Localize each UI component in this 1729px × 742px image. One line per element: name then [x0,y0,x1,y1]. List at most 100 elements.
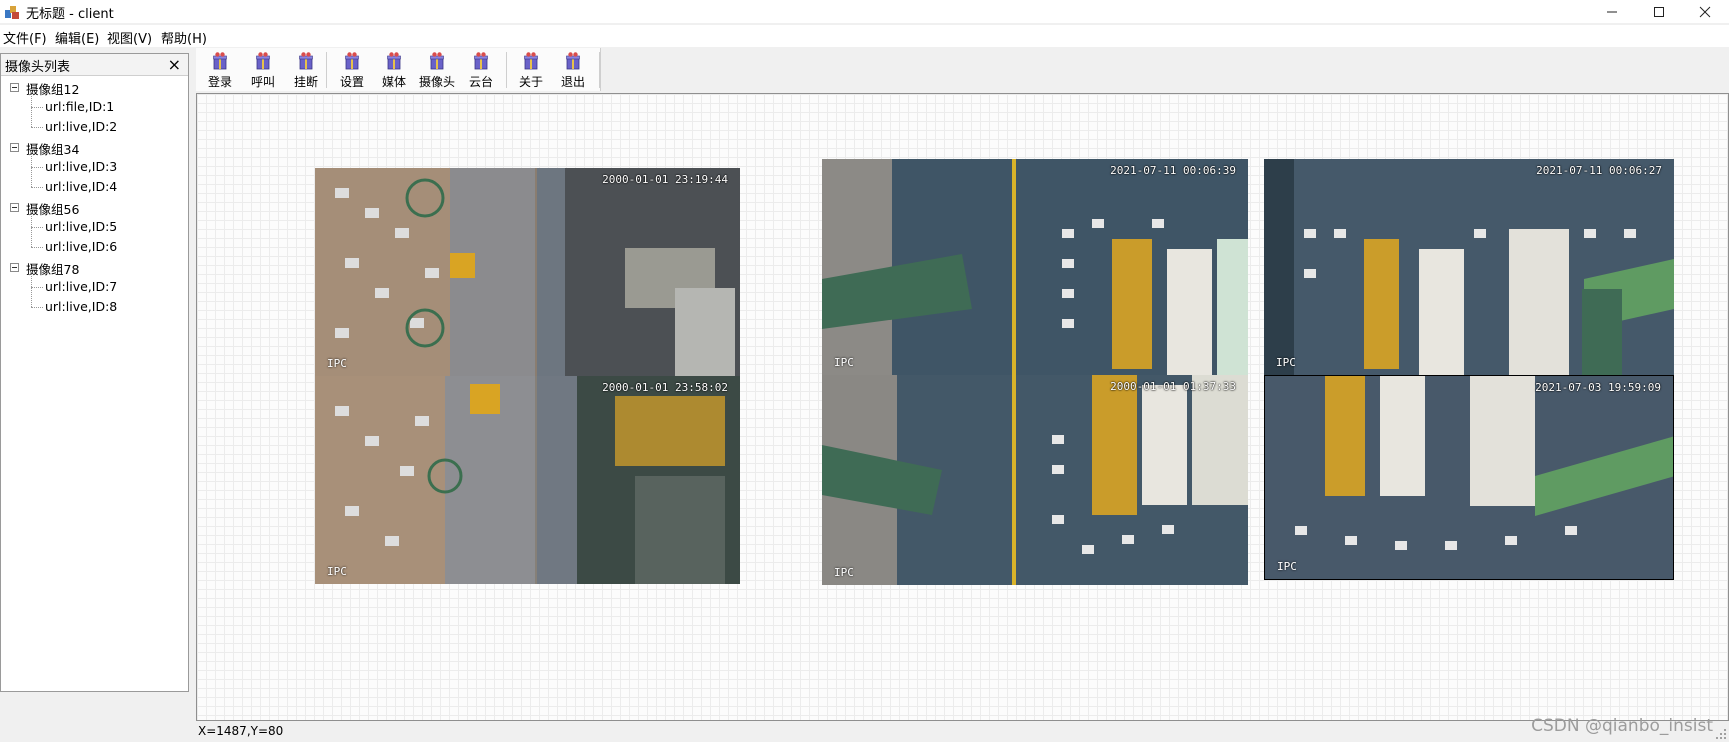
close-icon [1699,6,1711,17]
tree-item-label: url:live,ID:8 [45,299,118,314]
tree-item-label: url:live,ID:4 [45,179,118,194]
tree-item-camera[interactable]: url:live,ID:4 [1,177,188,197]
menu-help[interactable]: 帮助(H) [161,28,207,47]
video-source-label: IPC [834,566,854,579]
toolbar-button-label: 媒体 [381,75,406,89]
tree-connector [31,92,32,127]
toolbar-button-label: 退出 [560,75,585,89]
tree-item-camera[interactable]: url:live,ID:6 [1,237,188,257]
camera-feed-image [1265,376,1673,579]
gift-icon [345,52,359,70]
video-pane-1a: 2000-01-01 23:19:44 IPC [315,168,740,376]
toolbar-button-label: 呼叫 [250,75,275,89]
menu-file[interactable]: 文件(F) [3,28,47,47]
toolbar-button-label: 摄像头 [418,75,455,89]
gift-icon [213,52,227,70]
tree-connector [31,152,32,187]
collapse-toggle-icon[interactable] [10,143,19,152]
toolbar-button-label: 设置 [339,75,364,89]
toolbar-button[interactable]: 云台 [461,48,501,91]
tree-item-camera[interactable]: url:file,ID:1 [1,97,188,117]
collapse-toggle-icon[interactable] [10,203,19,212]
camera-list-title: 摄像头列表 [5,60,71,75]
minimize-button[interactable] [1589,0,1635,23]
tree-item-camera[interactable]: url:live,ID:2 [1,117,188,137]
toolbar-button-label: 云台 [468,75,493,89]
maximize-icon [1654,6,1664,17]
tree-item-camera[interactable]: url:live,ID:7 [1,277,188,297]
camera-feed-image [315,376,740,584]
video-pane-3b: 2021-07-03 19:59:09 IPC [1264,375,1674,580]
toolbar-button-label: 登录 [207,75,232,89]
video-timestamp: 2000-01-01 23:19:44 [602,173,728,186]
video-timestamp: 2000-01-01 23:58:02 [602,381,728,394]
camera-feed-image [1264,159,1674,375]
tree-group-label: 摄像组12 [26,82,80,97]
minimize-icon [1607,11,1617,12]
tree-group-label: 摄像组34 [26,142,80,157]
close-pane-button[interactable]: × [168,54,181,75]
video-pane-2a: 2021-07-11 00:06:39 IPC [822,159,1248,375]
toolbar-button[interactable]: 登录 [200,48,240,91]
tree-connector [31,107,43,108]
tree-connector [31,287,43,288]
gift-icon [256,52,270,70]
tree-item-camera[interactable]: url:live,ID:3 [1,157,188,177]
maximize-button[interactable] [1636,0,1682,23]
video-pane-3a: 2021-07-11 00:06:27 IPC [1264,159,1674,375]
tree-connector [31,307,43,308]
app-icon [5,6,19,19]
menu-bar: 文件(F) 编辑(E) 视图(V) 帮助(H) [0,25,1729,47]
video-source-label: IPC [834,356,854,369]
tree-group[interactable]: 摄像组12 [1,77,188,97]
resize-grip-icon[interactable] [1715,728,1727,740]
tree-group[interactable]: 摄像组78 [1,257,188,277]
tree-item-label: url:live,ID:7 [45,279,118,294]
status-bar: X=1487,Y=80 CSDN @qianbo_insist [0,716,1729,742]
toolbar-separator [599,52,600,88]
video-timestamp: 2021-07-03 19:59:09 [1535,381,1661,394]
tree-connector [31,167,43,168]
tree-connector [31,187,43,188]
tree-item-camera[interactable]: url:live,ID:8 [1,297,188,317]
video-window-1[interactable]: 2000-01-01 23:19:44 IPC 2000-01-01 23:58… [315,168,740,584]
video-pane-1b: 2000-01-01 23:58:02 IPC [315,376,740,584]
tree-connector [31,247,43,248]
menu-edit[interactable]: 编辑(E) [55,28,99,47]
video-source-label: IPC [1276,356,1296,369]
tree-connector [31,212,32,247]
tree-group[interactable]: 摄像组56 [1,197,188,217]
tree-item-camera[interactable]: url:live,ID:5 [1,217,188,237]
video-window-3[interactable]: 2021-07-11 00:06:27 IPC 2021-07-03 19:59… [1264,159,1674,580]
close-button[interactable] [1682,0,1728,23]
watermark: CSDN @qianbo_insist [1531,716,1713,736]
toolbar: 登录 呼叫 挂断 设置 媒体 摄像头 云台 关于 退出 [196,48,601,91]
menu-view[interactable]: 视图(V) [107,28,152,47]
tree-item-label: url:live,ID:2 [45,119,118,134]
video-timestamp: 2021-07-11 00:06:27 [1536,164,1662,177]
gift-icon [387,52,401,70]
tree-item-label: url:file,ID:1 [45,99,115,114]
tree-group[interactable]: 摄像组34 [1,137,188,157]
tree-group-label: 摄像组78 [26,262,80,277]
toolbar-button[interactable]: 摄像头 [417,48,457,91]
toolbar-button[interactable]: 媒体 [374,48,414,91]
video-timestamp: 2000-01-01 01:37:33 [1110,380,1236,393]
collapse-toggle-icon[interactable] [10,83,19,92]
camera-feed-image [822,375,1248,585]
toolbar-button[interactable]: 设置 [332,48,372,91]
video-canvas[interactable]: 2000-01-01 23:19:44 IPC 2000-01-01 23:58… [196,93,1729,721]
gift-icon [524,52,538,70]
toolbar-button[interactable]: 挂断 [286,48,326,91]
camera-list-pane: 摄像头列表 × 摄像组12 url:file,ID:1 url:live,ID:2 摄… [0,53,189,692]
toolbar-button[interactable]: 退出 [553,48,593,91]
toolbar-button[interactable]: 关于 [511,48,551,91]
tree-group-label: 摄像组56 [26,202,80,217]
collapse-toggle-icon[interactable] [10,263,19,272]
video-source-label: IPC [1277,560,1297,573]
toolbar-separator [506,52,507,88]
tree-item-label: url:live,ID:3 [45,159,118,174]
toolbar-button[interactable]: 呼叫 [243,48,283,91]
tree-connector [31,227,43,228]
video-window-2[interactable]: 2021-07-11 00:06:39 IPC 2000-01-01 01:37… [822,159,1248,585]
